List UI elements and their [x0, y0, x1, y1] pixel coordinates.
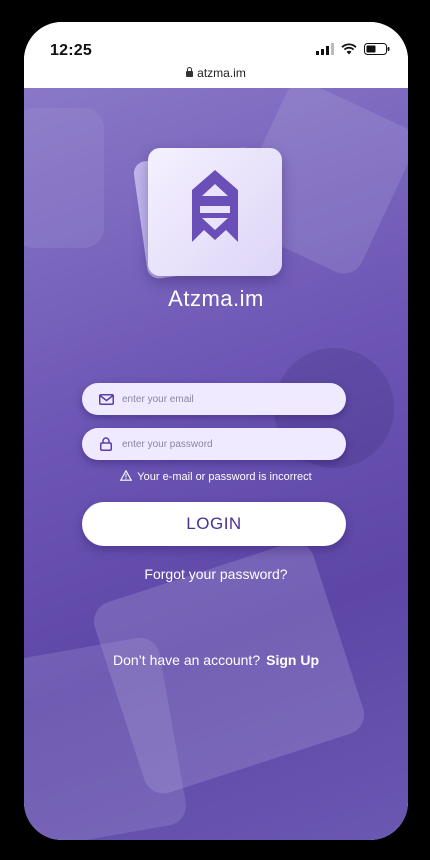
password-lock-icon: [98, 436, 114, 452]
status-bar: 12:25 atzma.im: [24, 22, 408, 82]
signup-row: Don’t have an account? Sign Up: [24, 652, 408, 668]
login-button[interactable]: LOGIN: [82, 502, 346, 546]
address-bar[interactable]: atzma.im: [24, 66, 408, 80]
url-text: atzma.im: [197, 66, 246, 80]
signal-icon: [316, 42, 334, 60]
warning-icon: [120, 469, 133, 484]
password-input[interactable]: [122, 438, 322, 450]
logo-icon: [192, 170, 238, 242]
login-screen: Atzma.im Your e-mail or password is inco…: [24, 88, 408, 840]
email-input[interactable]: [122, 393, 322, 405]
forgot-password-link[interactable]: Forgot your password?: [24, 566, 408, 582]
logo-card: [148, 148, 282, 276]
app-logo: [132, 146, 282, 280]
lock-icon: [186, 67, 194, 77]
error-text: Your e-mail or password is incorrect: [137, 470, 312, 483]
error-message: Your e-mail or password is incorrect: [24, 469, 408, 484]
battery-icon: [364, 42, 390, 60]
password-field[interactable]: [82, 428, 346, 460]
background-decor: [24, 108, 104, 248]
phone-frame: 12:25 atzma.im Atzma.im enter your email…: [24, 22, 408, 840]
app-name: Atzma.im: [168, 286, 264, 311]
status-time: 12:25: [50, 42, 92, 59]
signup-link[interactable]: Sign Up: [266, 652, 319, 668]
email-field[interactable]: [82, 383, 346, 415]
wifi-icon: [341, 42, 357, 60]
mail-icon: [98, 391, 114, 407]
status-icons: [316, 42, 390, 60]
no-account-text: Don’t have an account?: [113, 652, 261, 668]
